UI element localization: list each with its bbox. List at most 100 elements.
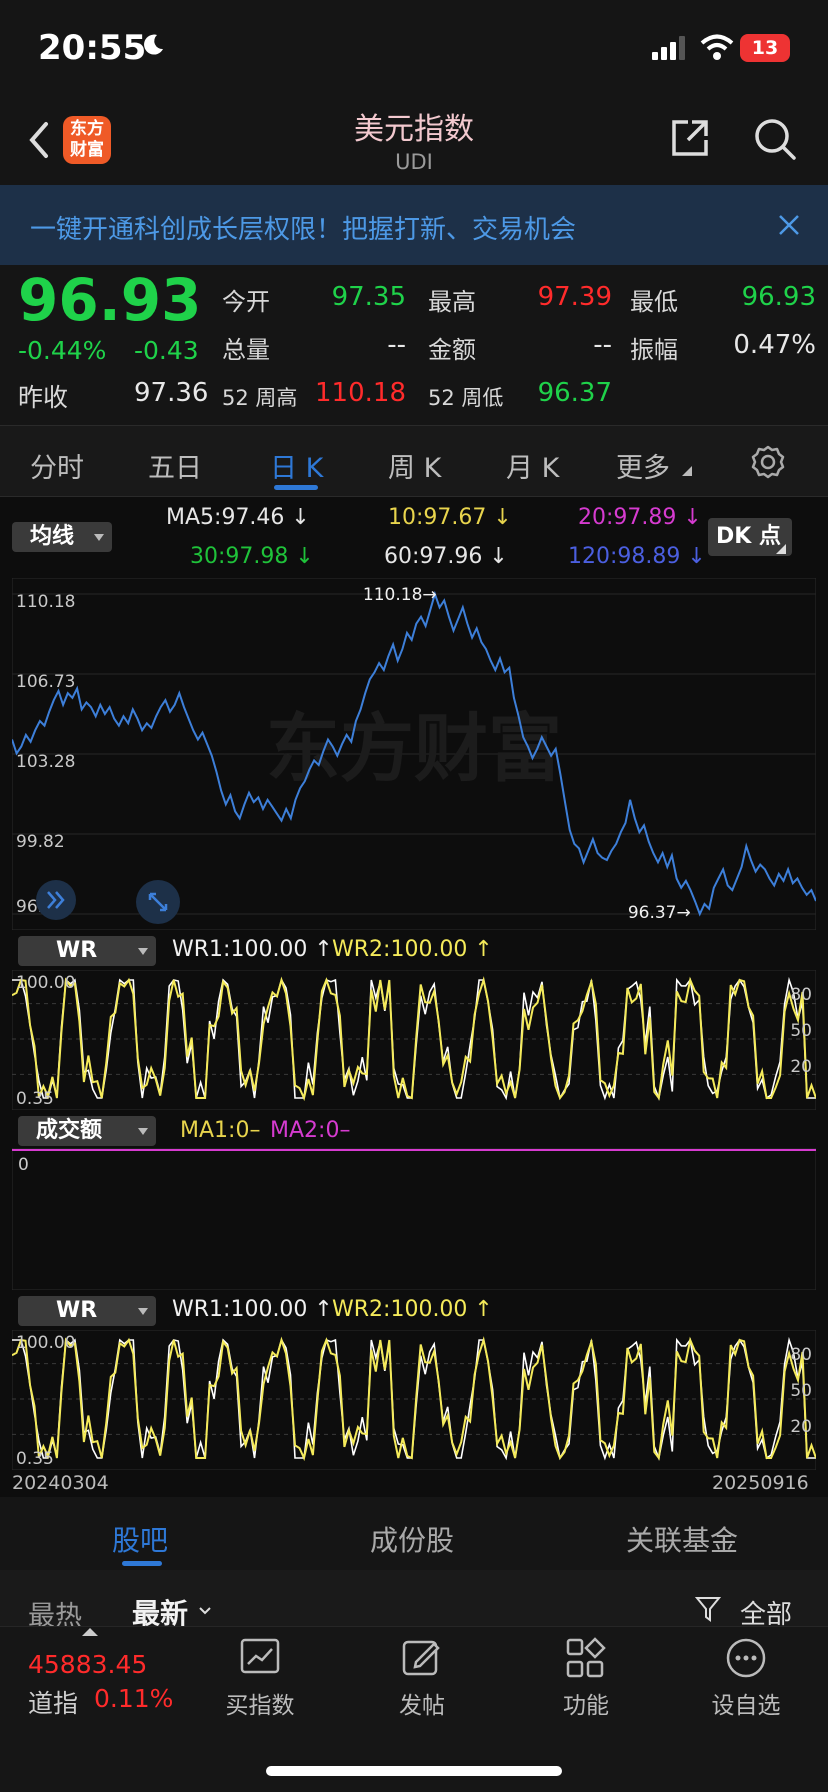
volume-selector-label: 成交额 xyxy=(36,1118,103,1143)
volume-label: 总量 xyxy=(222,336,270,364)
wr-selector-label: WR xyxy=(56,938,98,963)
gear-icon[interactable] xyxy=(750,444,786,480)
low-label: 最低 xyxy=(630,288,678,316)
toolbar-functions[interactable]: 功能 xyxy=(526,1686,646,1720)
wr-tick-label: 100.00 xyxy=(16,1333,75,1353)
triangle-icon xyxy=(776,544,786,554)
change-value: -0.43 xyxy=(134,336,199,365)
wr2-selector-label: WR xyxy=(56,1298,98,1323)
wr-chart-2[interactable]: 100.00 0.35 80 50 20 xyxy=(12,1330,816,1470)
ticker-pct[interactable]: 0.11% xyxy=(94,1684,173,1713)
tab-intraday[interactable]: 分时 xyxy=(30,446,84,485)
y-tick-label: 110.18 xyxy=(16,592,75,612)
week52-high-value: 110.18 xyxy=(315,378,406,408)
chevron-down-icon xyxy=(138,1128,148,1135)
banner-text[interactable]: 一键开通科创成长层权限！把握打新、交易机会 xyxy=(30,209,576,246)
wr-tick-label: 0.35 xyxy=(16,1089,54,1109)
high-label: 最高 xyxy=(428,288,476,316)
week52-high-label: 52 周高 xyxy=(222,386,298,410)
date-start: 20240304 xyxy=(12,1472,109,1494)
wr2-label: WR2:100.00 ↑ xyxy=(332,937,493,962)
close-icon[interactable] xyxy=(776,212,802,238)
ma30-label: 30:97.98 ↓ xyxy=(190,544,314,569)
toolbar-buy-index[interactable]: 买指数 xyxy=(200,1686,320,1720)
min-marker-label: 96.37→ xyxy=(628,903,691,923)
amount-label: 金额 xyxy=(428,336,476,364)
chevron-down-icon xyxy=(138,948,148,955)
indicator-selector-ma[interactable]: 均线 xyxy=(12,522,112,552)
last-price: 96.93 xyxy=(18,266,202,334)
expand-icon xyxy=(148,892,168,912)
up-arrow-icon xyxy=(82,1628,98,1636)
chevron-down-icon xyxy=(199,1607,211,1615)
active-tab-indicator xyxy=(274,485,318,490)
dk-label: DK 点 xyxy=(716,524,781,549)
y-tick-label: 99.82 xyxy=(16,832,65,852)
tab-five-day[interactable]: 五日 xyxy=(148,446,202,485)
watermark-text: 东方财富 xyxy=(266,706,562,792)
price-line-chart[interactable]: 东方财富 110.18106.73103.2899.8296.37 110.18… xyxy=(12,578,816,930)
ma20-label: 20:97.89 ↓ xyxy=(578,505,702,530)
wr-tick-label: 80 xyxy=(790,1345,812,1365)
volume-ma2-label: MA2:0– xyxy=(270,1118,351,1143)
collapse-button[interactable] xyxy=(36,880,76,920)
share-icon[interactable] xyxy=(668,116,712,160)
tab-daily-k[interactable]: 日 K xyxy=(270,446,323,485)
tab-guba[interactable]: 股吧 xyxy=(112,1519,168,1559)
fullscreen-button[interactable] xyxy=(136,880,180,924)
volume-chart[interactable]: 0 xyxy=(12,1148,816,1290)
toolbar-post[interactable]: 发帖 xyxy=(362,1686,482,1720)
wr-chart[interactable]: 100.00 0.35 80 50 20 xyxy=(12,970,816,1110)
wr-tick-label: 50 xyxy=(790,1381,812,1401)
volume-value: -- xyxy=(387,330,406,360)
triangle-icon xyxy=(682,466,692,476)
ma10-label: 10:97.67 ↓ xyxy=(388,505,512,530)
more-icon[interactable] xyxy=(724,1636,768,1680)
ma5-label: MA5:97.46 ↓ xyxy=(166,505,310,530)
double-chevron-icon xyxy=(47,891,65,909)
wr-tick-label: 80 xyxy=(790,985,812,1005)
ticker-name[interactable]: 道指 xyxy=(28,1684,78,1720)
volume-ma1-label: MA1:0– xyxy=(180,1118,261,1143)
open-value: 97.35 xyxy=(331,282,406,312)
open-label: 今开 xyxy=(222,288,270,316)
week52-low-label: 52 周低 xyxy=(428,386,504,410)
search-icon[interactable] xyxy=(752,116,798,162)
signal-icon xyxy=(652,36,685,60)
home-indicator xyxy=(266,1766,562,1776)
tab-related-funds[interactable]: 关联基金 xyxy=(626,1519,738,1559)
indicator-selector-wr[interactable]: WR xyxy=(18,936,156,966)
wr1-label: WR1:100.00 ↑ xyxy=(172,937,333,962)
wifi-icon xyxy=(700,34,734,60)
ma60-label: 60:97.96 ↓ xyxy=(384,544,508,569)
toolbar-add-watchlist[interactable]: 设自选 xyxy=(686,1686,806,1720)
tab-monthly-k[interactable]: 月 K xyxy=(506,446,559,485)
indicator-selector-volume[interactable]: 成交额 xyxy=(18,1116,156,1146)
grid-icon[interactable] xyxy=(564,1636,608,1680)
ma-selector-label: 均线 xyxy=(30,524,75,549)
wr-tick-label: 0.35 xyxy=(16,1449,54,1469)
wr2-label-2: WR2:100.00 ↑ xyxy=(332,1297,493,1322)
y-tick-label: 106.73 xyxy=(16,672,75,692)
date-end: 20250916 xyxy=(712,1472,809,1494)
status-time: 20:55 xyxy=(38,28,147,68)
change-percent: -0.44% xyxy=(18,336,107,365)
chart-icon[interactable] xyxy=(238,1636,282,1680)
chevron-down-icon xyxy=(138,1308,148,1315)
tab-more[interactable]: 更多 xyxy=(616,446,670,485)
tab-constituents[interactable]: 成份股 xyxy=(370,1519,454,1559)
indicator-selector-wr-2[interactable]: WR xyxy=(18,1296,156,1326)
edit-icon[interactable] xyxy=(400,1636,444,1680)
ma120-label: 120:98.89 ↓ xyxy=(568,544,706,569)
wr-tick-label: 20 xyxy=(790,1417,812,1437)
active-tab-indicator xyxy=(122,1561,162,1566)
wr1-label-2: WR1:100.00 ↑ xyxy=(172,1297,333,1322)
week52-low-value: 96.37 xyxy=(537,378,612,408)
amplitude-label: 振幅 xyxy=(630,336,678,364)
y-tick-label: 103.28 xyxy=(16,752,75,772)
ticker-value[interactable]: 45883.45 xyxy=(28,1650,147,1679)
filter-icon[interactable] xyxy=(694,1594,724,1624)
tab-weekly-k[interactable]: 周 K xyxy=(388,446,441,485)
wr-tick-label: 50 xyxy=(790,1021,812,1041)
amplitude-value: 0.47% xyxy=(733,330,816,360)
